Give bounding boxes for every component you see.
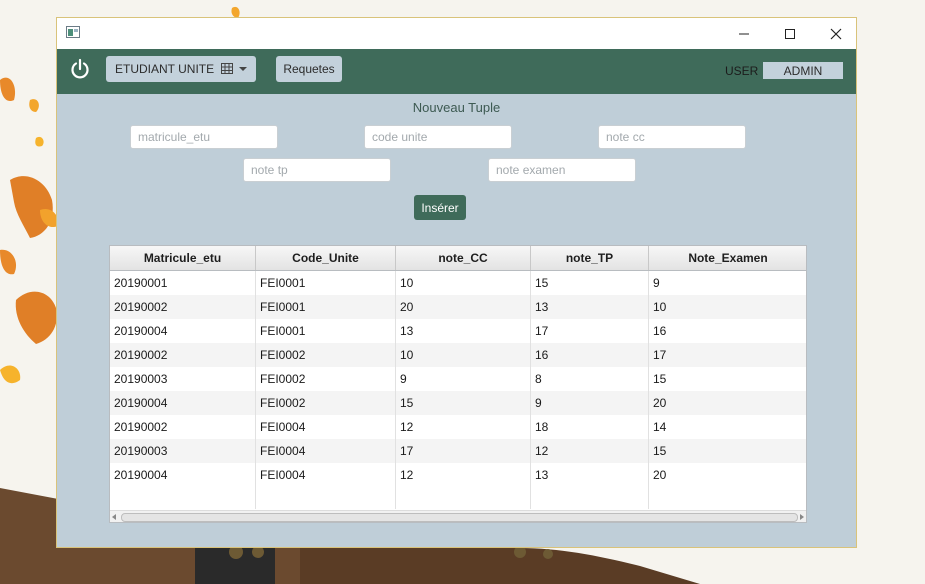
- table-cell: 15: [649, 439, 806, 463]
- table-cell: 10: [396, 271, 531, 295]
- column-header-code-unite[interactable]: Code_Unite: [256, 246, 396, 270]
- chevron-down-icon: [239, 67, 247, 71]
- table-cell: 9: [396, 367, 531, 391]
- table-cell: 17: [531, 319, 649, 343]
- table-cell: FEI0002: [256, 367, 396, 391]
- table-cell: 20190004: [110, 391, 256, 415]
- table-empty-row: [110, 487, 806, 509]
- table-cell: 20190004: [110, 319, 256, 343]
- column-header-note-tp[interactable]: note_TP: [531, 246, 649, 270]
- column-header-note-cc[interactable]: note_CC: [396, 246, 531, 270]
- table-cell: 20190003: [110, 439, 256, 463]
- insert-button[interactable]: Insérer: [414, 195, 466, 220]
- code-unite-input[interactable]: [364, 125, 512, 149]
- table-cell: FEI0002: [256, 343, 396, 367]
- table-selector[interactable]: ETUDIANT UNITE: [106, 56, 256, 82]
- table-cell: 20190003: [110, 367, 256, 391]
- table-cell: 20190002: [110, 343, 256, 367]
- close-button[interactable]: [813, 18, 859, 49]
- app-window: ETUDIANT UNITE Requetes USER ADMIN Nouve…: [56, 17, 857, 548]
- table-cell: 16: [531, 343, 649, 367]
- data-table: Matricule_etu Code_Unite note_CC note_TP…: [109, 245, 807, 523]
- table-row[interactable]: 20190004 FEI0001 13 17 16: [110, 319, 806, 343]
- table-cell: 13: [531, 463, 649, 487]
- table-cell: 13: [396, 319, 531, 343]
- table-cell: 16: [649, 319, 806, 343]
- table-cell: 20: [649, 463, 806, 487]
- requetes-button[interactable]: Requetes: [276, 56, 342, 82]
- table-cell: 12: [396, 463, 531, 487]
- table-cell: 15: [396, 391, 531, 415]
- table-cell: 9: [649, 271, 806, 295]
- table-cell: 15: [531, 271, 649, 295]
- note-tp-input[interactable]: [243, 158, 391, 182]
- table-cell: 13: [531, 295, 649, 319]
- table-row[interactable]: 20190004 FEI0002 15 9 20: [110, 391, 806, 415]
- table-cell: 12: [396, 415, 531, 439]
- title-bar: [57, 18, 856, 49]
- empty-cell: [649, 487, 806, 509]
- table-row[interactable]: 20190003 FEI0002 9 8 15: [110, 367, 806, 391]
- table-cell: FEI0001: [256, 319, 396, 343]
- empty-cell: [110, 487, 256, 509]
- maximize-icon: [785, 28, 795, 39]
- minimize-icon: [739, 33, 749, 34]
- table-cell: FEI0001: [256, 271, 396, 295]
- table-selector-value: ETUDIANT UNITE: [115, 62, 215, 76]
- table-cell: FEI0004: [256, 463, 396, 487]
- table-row[interactable]: 20190004 FEI0004 12 13 20: [110, 463, 806, 487]
- table-cell: 20190004: [110, 463, 256, 487]
- app-icon: [66, 26, 80, 38]
- scroll-left-icon[interactable]: [112, 514, 116, 520]
- table-cell: FEI0004: [256, 439, 396, 463]
- table-cell: 17: [649, 343, 806, 367]
- table-row[interactable]: 20190003 FEI0004 17 12 15: [110, 439, 806, 463]
- matricule-etu-input[interactable]: [130, 125, 278, 149]
- table-body: 20190001 FEI0001 10 15 9 20190002 FEI0001 20 13…: [110, 271, 806, 487]
- table-cell: FEI0004: [256, 415, 396, 439]
- close-icon: [830, 28, 842, 39]
- table-cell: 20190002: [110, 295, 256, 319]
- user-value: ADMIN: [763, 62, 843, 79]
- top-toolbar: ETUDIANT UNITE Requetes USER ADMIN: [57, 49, 856, 94]
- table-grid-icon: [221, 63, 233, 74]
- table-row[interactable]: 20190001 FEI0001 10 15 9: [110, 271, 806, 295]
- horizontal-scrollbar[interactable]: [110, 510, 806, 522]
- column-header-note-examen[interactable]: Note_Examen: [649, 246, 806, 270]
- table-cell: 20: [396, 295, 531, 319]
- table-cell: 17: [396, 439, 531, 463]
- table-cell: 10: [649, 295, 806, 319]
- table-cell: 20190002: [110, 415, 256, 439]
- power-icon[interactable]: [69, 58, 91, 80]
- empty-cell: [396, 487, 531, 509]
- table-row[interactable]: 20190002 FEI0002 10 16 17: [110, 343, 806, 367]
- empty-cell: [256, 487, 396, 509]
- table-cell: FEI0001: [256, 295, 396, 319]
- table-cell: 10: [396, 343, 531, 367]
- table-cell: 18: [531, 415, 649, 439]
- table-cell: 12: [531, 439, 649, 463]
- note-examen-input[interactable]: [488, 158, 636, 182]
- table-cell: FEI0002: [256, 391, 396, 415]
- table-row[interactable]: 20190002 FEI0004 12 18 14: [110, 415, 806, 439]
- scroll-right-icon[interactable]: [800, 514, 804, 520]
- maximize-button[interactable]: [767, 18, 813, 49]
- table-cell: 8: [531, 367, 649, 391]
- note-cc-input[interactable]: [598, 125, 746, 149]
- empty-cell: [531, 487, 649, 509]
- scrollbar-thumb[interactable]: [121, 513, 798, 522]
- column-header-matricule-etu[interactable]: Matricule_etu: [110, 246, 256, 270]
- table-cell: 20190001: [110, 271, 256, 295]
- table-header: Matricule_etu Code_Unite note_CC note_TP…: [110, 246, 806, 271]
- minimize-button[interactable]: [721, 18, 767, 49]
- table-row[interactable]: 20190002 FEI0001 20 13 10: [110, 295, 806, 319]
- form-title: Nouveau Tuple: [412, 100, 501, 115]
- table-cell: 14: [649, 415, 806, 439]
- table-cell: 15: [649, 367, 806, 391]
- table-cell: 9: [531, 391, 649, 415]
- table-cell: 20: [649, 391, 806, 415]
- user-label: USER: [725, 64, 759, 78]
